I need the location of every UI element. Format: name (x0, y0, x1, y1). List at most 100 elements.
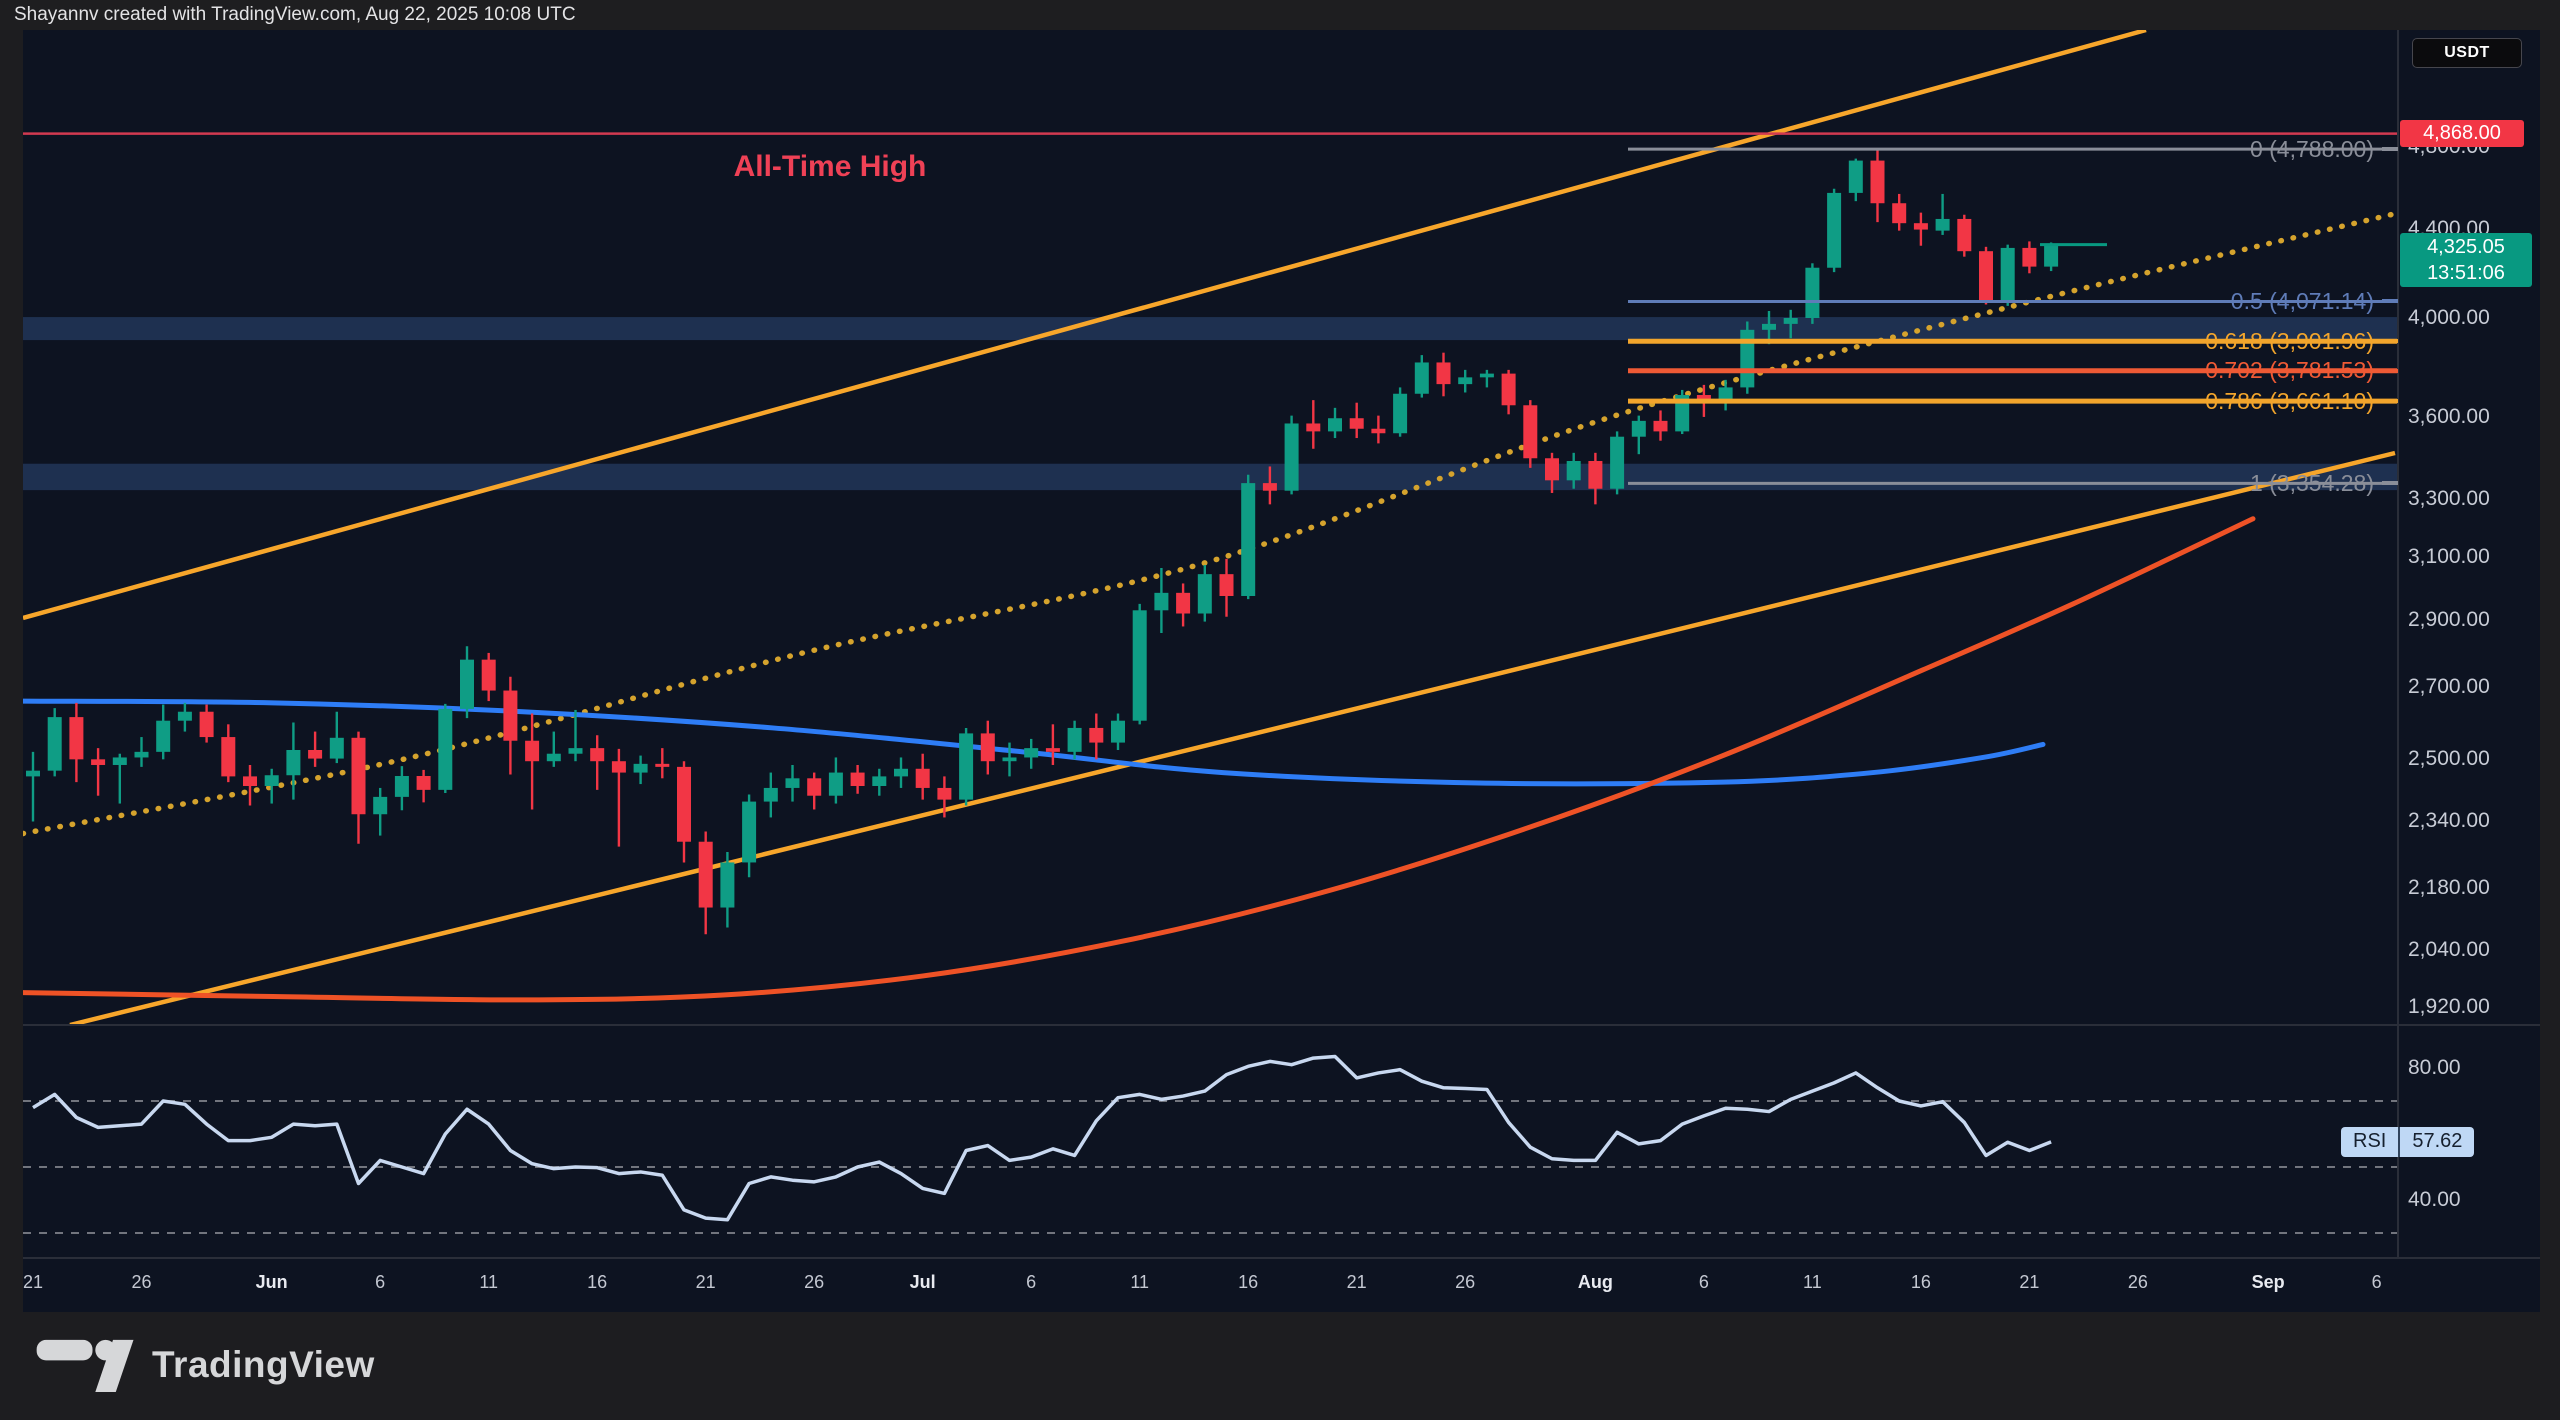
candle-body (612, 761, 626, 772)
candle-body (872, 776, 886, 786)
price-axis-label: 2,500.00 (2408, 747, 2490, 771)
candle-body (1241, 483, 1255, 596)
bar-countdown: 13:51:06 (2400, 260, 2532, 286)
fib-label-dash (2382, 299, 2398, 303)
candle-body (699, 842, 713, 908)
candle-body (1979, 251, 1993, 300)
candle-body (1588, 461, 1602, 489)
quote-currency-button[interactable]: USDT (2412, 38, 2522, 68)
tradingview-logo[interactable]: TradingView (36, 1338, 375, 1392)
candle-body (1502, 374, 1516, 406)
all-time-high-annotation: All-Time High (710, 150, 950, 184)
fib-label-text: 0.786 (3,661.10) (2205, 388, 2374, 415)
candle-body (1198, 574, 1212, 613)
rsi-label: RSI (2341, 1127, 2398, 1157)
time-axis-label: 21 (1997, 1272, 2061, 1293)
candle-body (569, 748, 583, 754)
candle-body (786, 778, 800, 788)
candle-body (1328, 418, 1342, 431)
candle-body (1892, 203, 1906, 223)
candle-body (1719, 387, 1733, 400)
candle-body (1632, 421, 1646, 437)
candle-body (1805, 268, 1819, 318)
price-axis-label: 2,900.00 (2408, 608, 2490, 632)
demand-zone (23, 464, 2398, 490)
candle-body (590, 748, 604, 761)
fib-label-text: 0 (4,788.00) (2250, 136, 2374, 163)
candle-body (221, 737, 235, 776)
candle-body (1914, 223, 1928, 229)
time-axis-label: 11 (1108, 1272, 1172, 1293)
candle-body (547, 754, 561, 761)
time-axis-label: 6 (2345, 1272, 2409, 1293)
time-axis-label: 21 (674, 1272, 738, 1293)
candle-body (1849, 161, 1863, 193)
tradingview-logo-icon (36, 1338, 136, 1392)
candle-body (1523, 405, 1537, 458)
candle-body (265, 775, 279, 786)
candle-body (1458, 377, 1472, 384)
fib-label-text: 0.5 (4,071.14) (2231, 288, 2374, 315)
candle-body (2022, 248, 2036, 267)
attribution-bar: Shayannv created with TradingView.com, A… (0, 0, 2560, 30)
candle-body (937, 788, 951, 800)
candle-body (1871, 161, 1885, 204)
candle-body (438, 709, 452, 790)
candlestick-chart[interactable] (23, 30, 2540, 1312)
price-axis-label: 3,600.00 (2408, 405, 2490, 429)
channel-lower (70, 453, 2395, 1025)
candle-body (308, 750, 322, 759)
candle-body (48, 717, 62, 771)
candle-body (156, 721, 170, 752)
dotted-trendline (23, 214, 2395, 834)
candle-body (1046, 748, 1060, 752)
candle-body (525, 741, 539, 761)
time-axis-label: 11 (457, 1272, 521, 1293)
time-axis-label: Sep (2236, 1272, 2300, 1293)
candle-body (1654, 421, 1668, 432)
rsi-value: 57.62 (2400, 1127, 2474, 1157)
price-axis-label: 2,180.00 (2408, 876, 2490, 900)
fib-label-dash (2382, 147, 2398, 151)
candle-body (1111, 721, 1125, 743)
fib-label-dash (2382, 399, 2398, 403)
price-axis-label: 4,000.00 (2408, 306, 2490, 330)
price-axis-label: 3,100.00 (2408, 545, 2490, 569)
supply-zone (23, 317, 2398, 340)
candle-body (69, 717, 83, 759)
candle-body (894, 769, 908, 777)
time-axis-label: 16 (1216, 1272, 1280, 1293)
last-price-value: 4,325.05 (2400, 234, 2532, 260)
candle-body (981, 733, 995, 761)
candle-body (720, 862, 734, 907)
price-axis-label: 3,300.00 (2408, 487, 2490, 511)
time-axis-label: 6 (1672, 1272, 1736, 1293)
candle-body (417, 776, 431, 790)
time-axis-label: 26 (110, 1272, 174, 1293)
time-axis-label: 26 (1433, 1272, 1497, 1293)
fib-label-1: 1 (3,354.28) (2250, 469, 2398, 497)
candle-body (1350, 418, 1364, 429)
rsi-axis-label: 80.00 (2408, 1056, 2461, 1080)
candle-body (1827, 193, 1841, 268)
candle-body (959, 733, 973, 799)
chart-panel[interactable]: All-Time High 0 (4,788.00) 0.5 (4,071.14)… (23, 30, 2540, 1312)
time-axis-label: Aug (1563, 1272, 1627, 1293)
candle-body (200, 712, 214, 737)
candle-body (1393, 394, 1407, 433)
candle-body (243, 776, 257, 786)
time-axis-label: 6 (348, 1272, 412, 1293)
candle-body (1762, 324, 1776, 330)
candle-body (178, 712, 192, 721)
time-axis-label: 26 (782, 1272, 846, 1293)
fib-label-0.5: 0.5 (4,071.14) (2231, 287, 2398, 315)
fib-label-dash (2382, 339, 2398, 343)
candle-body (1567, 461, 1581, 480)
time-axis-label: 21 (1325, 1272, 1389, 1293)
candle-body (1220, 574, 1234, 596)
time-axis-label: Jun (240, 1272, 304, 1293)
time-axis-label: 21 (23, 1272, 65, 1293)
candle-body (634, 764, 648, 773)
price-axis-label: 2,040.00 (2408, 938, 2490, 962)
candle-body (1957, 219, 1971, 251)
